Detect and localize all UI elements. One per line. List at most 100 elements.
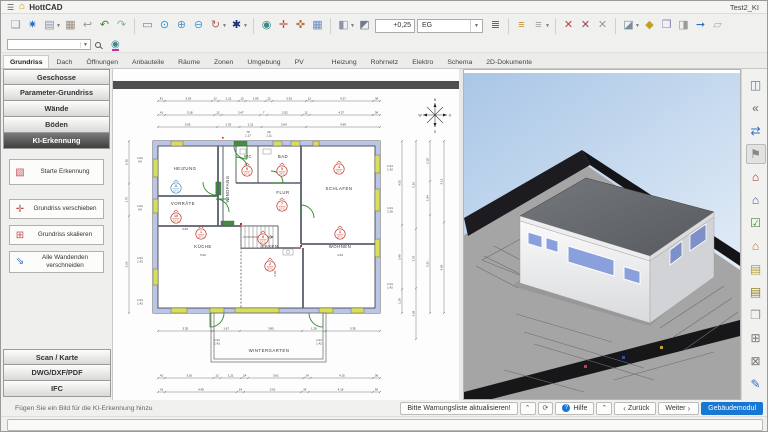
visibility-icon[interactable]: ◉ [258, 17, 275, 34]
remove-component-icon[interactable]: ⊠ [746, 351, 766, 371]
swap-views-icon[interactable]: ⇄ [746, 121, 766, 141]
split-level-icon[interactable]: ◨ [675, 17, 692, 34]
svg-text:12: 12 [216, 111, 220, 115]
warning-collapse-button[interactable]: ⌃ [519, 401, 536, 415]
add-component-icon[interactable]: ⊞ [746, 328, 766, 348]
help-collapse-button[interactable]: ⌃ [596, 401, 613, 415]
undo-icon[interactable]: ↶ [96, 17, 113, 34]
slab-icon[interactable]: ◆ [641, 17, 658, 34]
svg-text:4.55: 4.55 [397, 180, 401, 186]
render-mode-icon-dropdown[interactable]: ▼ [243, 23, 249, 29]
back-button[interactable]: ‹ Zurück [614, 401, 657, 415]
sidebar-section-parameter-grundriss[interactable]: Parameter-Grundriss [3, 85, 110, 101]
tab-anbauteile[interactable]: Anbauteile [125, 55, 171, 68]
send-plan-icon[interactable]: ↩ [79, 17, 96, 34]
svg-text:12: 12 [215, 374, 219, 378]
viewport-layout-icon[interactable]: ◫ [746, 75, 766, 95]
svg-text:1.09: 1.09 [253, 97, 259, 101]
pin-view-icon[interactable]: ⚑ [745, 144, 766, 164]
sidebar-section-ifc[interactable]: IFC [3, 381, 111, 397]
zoom-icon[interactable]: ⊙ [156, 17, 173, 34]
show-building-icon[interactable]: ⌂ [746, 167, 766, 187]
warning-list-button[interactable]: Bitte Warnungsliste aktualisieren! [400, 401, 518, 415]
camera-view-icon[interactable]: ◩ [356, 17, 373, 34]
wall-trim2-icon[interactable]: ✕ [577, 17, 594, 34]
new-project-icon[interactable]: ✷ [24, 17, 41, 34]
floor-list-icon[interactable]: ≣ [487, 17, 504, 34]
tab-2d-dokumente[interactable]: 2D-Dokumente [479, 55, 539, 68]
tab-heizung[interactable]: Heizung [325, 55, 364, 68]
tab-öffnungen[interactable]: Öffnungen [79, 55, 125, 68]
print-icon[interactable]: ▦ [62, 17, 79, 34]
svg-text:4.27: 4.27 [338, 111, 344, 115]
model-box-icon[interactable]: ▱ [709, 17, 726, 34]
wall-trim3-icon[interactable]: ✕ [594, 17, 611, 34]
svg-text:WINDFANG: WINDFANG [225, 175, 230, 202]
tool-move-plan[interactable]: ✛ Grundriss verschieben [9, 199, 104, 219]
help-icon: ? [562, 404, 571, 412]
chevron-down-icon[interactable]: ▼ [470, 19, 482, 32]
tab-pv[interactable]: PV [288, 55, 311, 68]
collapse-panel-icon[interactable]: « [746, 98, 766, 118]
floorplan-canvas[interactable]: N S W O 41 3.18 12 1.21 12 1.09 12 2.52 12 4.27 36… [113, 69, 459, 400]
zoom-out-icon[interactable]: ⊖ [190, 17, 207, 34]
floor-layers-alt-icon[interactable]: ▤ [746, 282, 766, 302]
building-parts-icon[interactable]: ⌂ [746, 236, 766, 256]
approve-model-icon[interactable]: ☑ [746, 213, 766, 233]
dimension-row: 41 3.18 12 2.47 7 2.52 12 4.27 36 [156, 111, 382, 117]
sidebar-section-w-nde[interactable]: Wände [3, 101, 110, 117]
move-arrow-icon[interactable]: ➞ [692, 17, 709, 34]
tab-elektro[interactable]: Elektro [405, 55, 440, 68]
start-recognition-icon: ▧ [15, 166, 25, 178]
redo-icon[interactable]: ↷ [113, 17, 130, 34]
sidebar-section-ki-erkennung[interactable]: KI-Erkennung [3, 133, 110, 149]
sidebar-section-dwg-dxf-pdf[interactable]: DWG/DXF/PDF [3, 365, 111, 381]
refresh-icon[interactable]: ⟳ [537, 401, 554, 415]
sidebar-section-scan-karte[interactable]: Scan / Karte [3, 349, 111, 365]
dimension-style-icon[interactable]: ≡ [513, 17, 530, 34]
building-module-button[interactable]: Gebäudemodul [701, 401, 763, 415]
sidebar-section-geschosse[interactable]: Geschosse [3, 69, 110, 85]
zoom-in-icon[interactable]: ⊕ [173, 17, 190, 34]
tab-schema[interactable]: Schema [440, 55, 479, 68]
floor-select[interactable]: EG ▼ [417, 18, 483, 33]
sidebar-section-b-den[interactable]: Böden [3, 117, 110, 133]
help-button[interactable]: ? Hilfe [555, 401, 595, 415]
save-building-view-icon[interactable]: ⌂ [746, 190, 766, 210]
measure-multi-icon[interactable]: ✜ [292, 17, 309, 34]
chevron-down-icon[interactable]: ▼ [80, 41, 90, 48]
svg-text:3.61: 3.61 [273, 374, 279, 378]
svg-text:41: 41 [160, 388, 164, 392]
highlight-visibility-icon[interactable]: ◉ [111, 39, 120, 51]
component-box-icon[interactable]: ❒ [746, 305, 766, 325]
tab-umgebung[interactable]: Umgebung [240, 55, 287, 68]
volume-icon[interactable]: ❒ [658, 17, 675, 34]
tab-rohrnetz[interactable]: Rohrnetz [364, 55, 406, 68]
tool-trim-wall-ends[interactable]: ⇘ Alle Wandenden verschneiden [9, 251, 104, 273]
next-button[interactable]: Weiter › [658, 401, 700, 415]
viewer-3d[interactable] [463, 69, 741, 400]
tab-zonen[interactable]: Zonen [207, 55, 240, 68]
svg-text:O: O [449, 114, 452, 118]
tab-dach[interactable]: Dach [49, 55, 79, 68]
tool-scale-plan[interactable]: ⊞ Grundriss skalieren [9, 225, 104, 245]
floor-layers-icon[interactable]: ▤ [746, 259, 766, 279]
svg-text:20°C: 20°C [336, 170, 342, 174]
tab-grundriss[interactable]: Grundriss [3, 55, 50, 68]
svg-text:36: 36 [375, 97, 379, 101]
search-combobox[interactable]: ▼ [7, 39, 91, 50]
select-area-icon[interactable]: ▭ [139, 17, 156, 34]
trim-wall-ends-icon: ⇘ [15, 256, 25, 268]
grid-icon[interactable]: ▦ [309, 17, 326, 34]
hamburger-menu-icon[interactable]: ☰ [7, 3, 14, 12]
dimension-style2-icon-dropdown[interactable]: ▼ [545, 23, 551, 29]
wall-trim-icon[interactable]: ✕ [560, 17, 577, 34]
search-icon[interactable] [95, 41, 101, 48]
new-document-icon[interactable]: ❏ [7, 17, 24, 34]
tool-start-recognition[interactable]: ▧ Starte Erkennung [9, 159, 104, 185]
measure-icon[interactable]: ✛ [275, 17, 292, 34]
edit-component-icon[interactable]: ✎ [746, 374, 766, 394]
level-offset-input[interactable] [375, 18, 415, 33]
command-line[interactable] [7, 419, 763, 431]
tab-räume[interactable]: Räume [171, 55, 207, 68]
